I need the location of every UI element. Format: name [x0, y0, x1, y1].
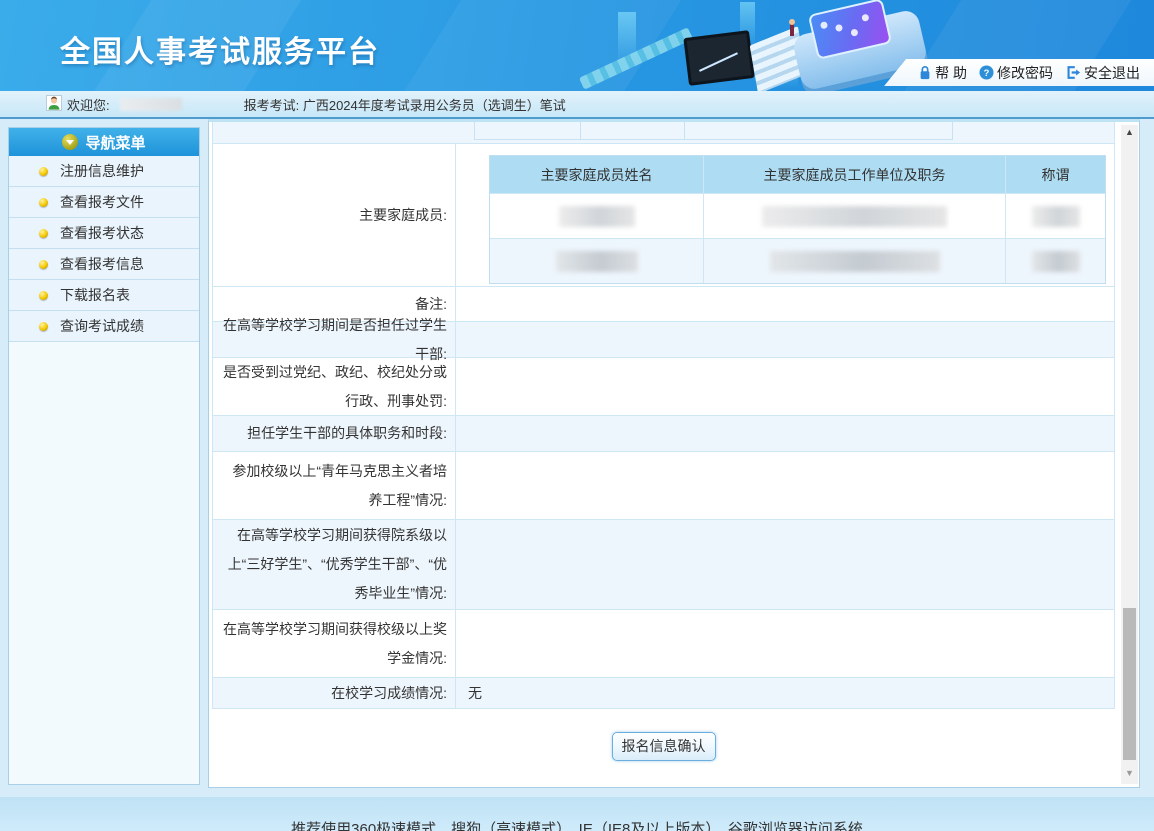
- change-password-button[interactable]: ? 修改密码: [979, 63, 1053, 83]
- form-row-academic-record: 在校学习成绩情况: 无: [213, 678, 1114, 709]
- scroll-down-arrow[interactable]: ▼: [1121, 768, 1138, 782]
- inner-table-fragment: [474, 122, 953, 140]
- redacted-text: [1032, 206, 1080, 227]
- bullet-icon: [39, 229, 48, 238]
- bullet-icon: [39, 260, 48, 269]
- top-banner: 全国人事考试服务平台 帮 助 ? 修改密码: [0, 0, 1154, 91]
- table-row: [490, 193, 1105, 238]
- form-row-honors: 在高等学校学习期间获得院系级以上“三好学生”、“优秀学生干部”、“优秀毕业生”情…: [213, 520, 1114, 610]
- redacted-text: [770, 251, 940, 272]
- confirm-button-area: 报名信息确认: [212, 709, 1115, 761]
- help-button[interactable]: 帮 助: [918, 63, 967, 83]
- form-row-student-cadre: 在高等学校学习期间是否担任过学生干部:: [213, 322, 1114, 358]
- field-label: 在校学习成绩情况:: [213, 678, 456, 708]
- field-value: 无: [456, 678, 1114, 708]
- application-review-table: 主要家庭成员: 主要家庭成员姓名 主要家庭成员工作单位及职务 称谓: [212, 122, 1115, 761]
- form-row-discipline-punishment: 是否受到过党纪、政纪、校纪处分或行政、刑事处罚:: [213, 358, 1114, 416]
- chevron-down-icon: [62, 134, 78, 150]
- illustration-monitor: [683, 30, 754, 86]
- form-row-marxist-program: 参加校级以上“青年马克思主义者培养工程”情况:: [213, 452, 1114, 520]
- field-label: 参加校级以上“青年马克思主义者培养工程”情况:: [213, 452, 456, 519]
- column-header: 主要家庭成员姓名: [490, 156, 703, 193]
- nav-menu-header: 导航菜单: [9, 128, 199, 156]
- bullet-icon: [39, 291, 48, 300]
- column-header: 主要家庭成员工作单位及职务: [703, 156, 1006, 193]
- user-avatar-icon: [46, 95, 62, 114]
- site-title: 全国人事考试服务平台: [60, 27, 380, 71]
- redacted-user-name: [120, 98, 182, 111]
- redacted-text: [556, 251, 638, 272]
- field-label: 是否受到过党纪、政纪、校纪处分或行政、刑事处罚:: [213, 358, 456, 415]
- lock-icon: [918, 65, 932, 80]
- family-table-header: 主要家庭成员姓名 主要家庭成员工作单位及职务 称谓: [490, 156, 1105, 193]
- sidebar-item-view-application-status[interactable]: 查看报考状态: [9, 218, 199, 249]
- exam-info: 报考考试: 广西2024年度考试录用公务员（选调生）笔试: [244, 95, 566, 114]
- form-row-scholarship: 在高等学校学习期间获得校级以上奖学金情况:: [213, 610, 1114, 678]
- field-value: [456, 358, 1114, 415]
- bullet-icon: [39, 198, 48, 207]
- field-label: 在高等学校学习期间获得院系级以上“三好学生”、“优秀学生干部”、“优秀毕业生”情…: [213, 520, 456, 609]
- sidebar-item-query-scores[interactable]: 查询考试成绩: [9, 311, 199, 342]
- sidebar-item-view-application-info[interactable]: 查看报考信息: [9, 249, 199, 280]
- previous-row-fragment: [213, 122, 1114, 144]
- scroll-up-arrow[interactable]: ▲: [1121, 127, 1138, 141]
- svg-text:?: ?: [984, 68, 990, 78]
- field-label: 在高等学校学习期间是否担任过学生干部:: [213, 322, 456, 357]
- vertical-scrollbar[interactable]: ▲ ▼: [1121, 125, 1138, 784]
- field-value: [456, 610, 1114, 677]
- family-members-table: 主要家庭成员姓名 主要家庭成员工作单位及职务 称谓: [489, 155, 1106, 284]
- field-label: 担任学生干部的具体职务和时段:: [213, 416, 456, 451]
- scrollbar-thumb[interactable]: [1123, 608, 1136, 760]
- field-value: [456, 452, 1114, 519]
- logout-icon: [1065, 65, 1081, 80]
- logout-button[interactable]: 安全退出: [1065, 63, 1140, 83]
- sidebar: 导航菜单 注册信息维护 查看报考文件 查看报考状态 查看报考信息 下载报名表 查…: [8, 127, 200, 785]
- redacted-text: [1032, 251, 1080, 272]
- confirm-application-button[interactable]: 报名信息确认: [612, 732, 716, 761]
- field-label: 在高等学校学习期间获得校级以上奖学金情况:: [213, 610, 456, 677]
- greeting-label: 欢迎您:: [67, 95, 110, 114]
- field-value: [456, 287, 1114, 321]
- field-label: 主要家庭成员:: [213, 144, 456, 286]
- bullet-icon: [39, 322, 48, 331]
- welcome-bar: 欢迎您: 报考考试: 广西2024年度考试录用公务员（选调生）笔试: [0, 91, 1154, 119]
- bullet-icon: [39, 167, 48, 176]
- question-icon: ?: [979, 65, 994, 80]
- page-footer: 推荐使用360极速模式、搜狗（高速模式）、IE（IE8及以上版本）、谷歌浏览器访…: [0, 797, 1154, 831]
- sidebar-item-download-form[interactable]: 下载报名表: [9, 280, 199, 311]
- field-value: [456, 520, 1114, 609]
- form-row-cadre-position-period: 担任学生干部的具体职务和时段:: [213, 416, 1114, 452]
- header-actions: 帮 助 ? 修改密码 安全退出: [884, 59, 1154, 86]
- column-header: 称谓: [1006, 156, 1105, 193]
- sidebar-item-view-exam-files[interactable]: 查看报考文件: [9, 187, 199, 218]
- field-value: [456, 322, 1114, 357]
- redacted-text: [559, 206, 635, 227]
- family-members-row: 主要家庭成员: 主要家庭成员姓名 主要家庭成员工作单位及职务 称谓: [213, 144, 1114, 287]
- browser-recommendation: 推荐使用360极速模式、搜狗（高速模式）、IE（IE8及以上版本）、谷歌浏览器访…: [0, 818, 1154, 831]
- illustration-person: [790, 24, 794, 36]
- table-row: [490, 238, 1105, 283]
- field-value: [456, 416, 1114, 451]
- main-content-panel: 主要家庭成员: 主要家庭成员姓名 主要家庭成员工作单位及职务 称谓: [208, 119, 1140, 788]
- sidebar-item-register-info[interactable]: 注册信息维护: [9, 156, 199, 187]
- redacted-text: [762, 206, 947, 227]
- header-illustration: [590, 0, 920, 91]
